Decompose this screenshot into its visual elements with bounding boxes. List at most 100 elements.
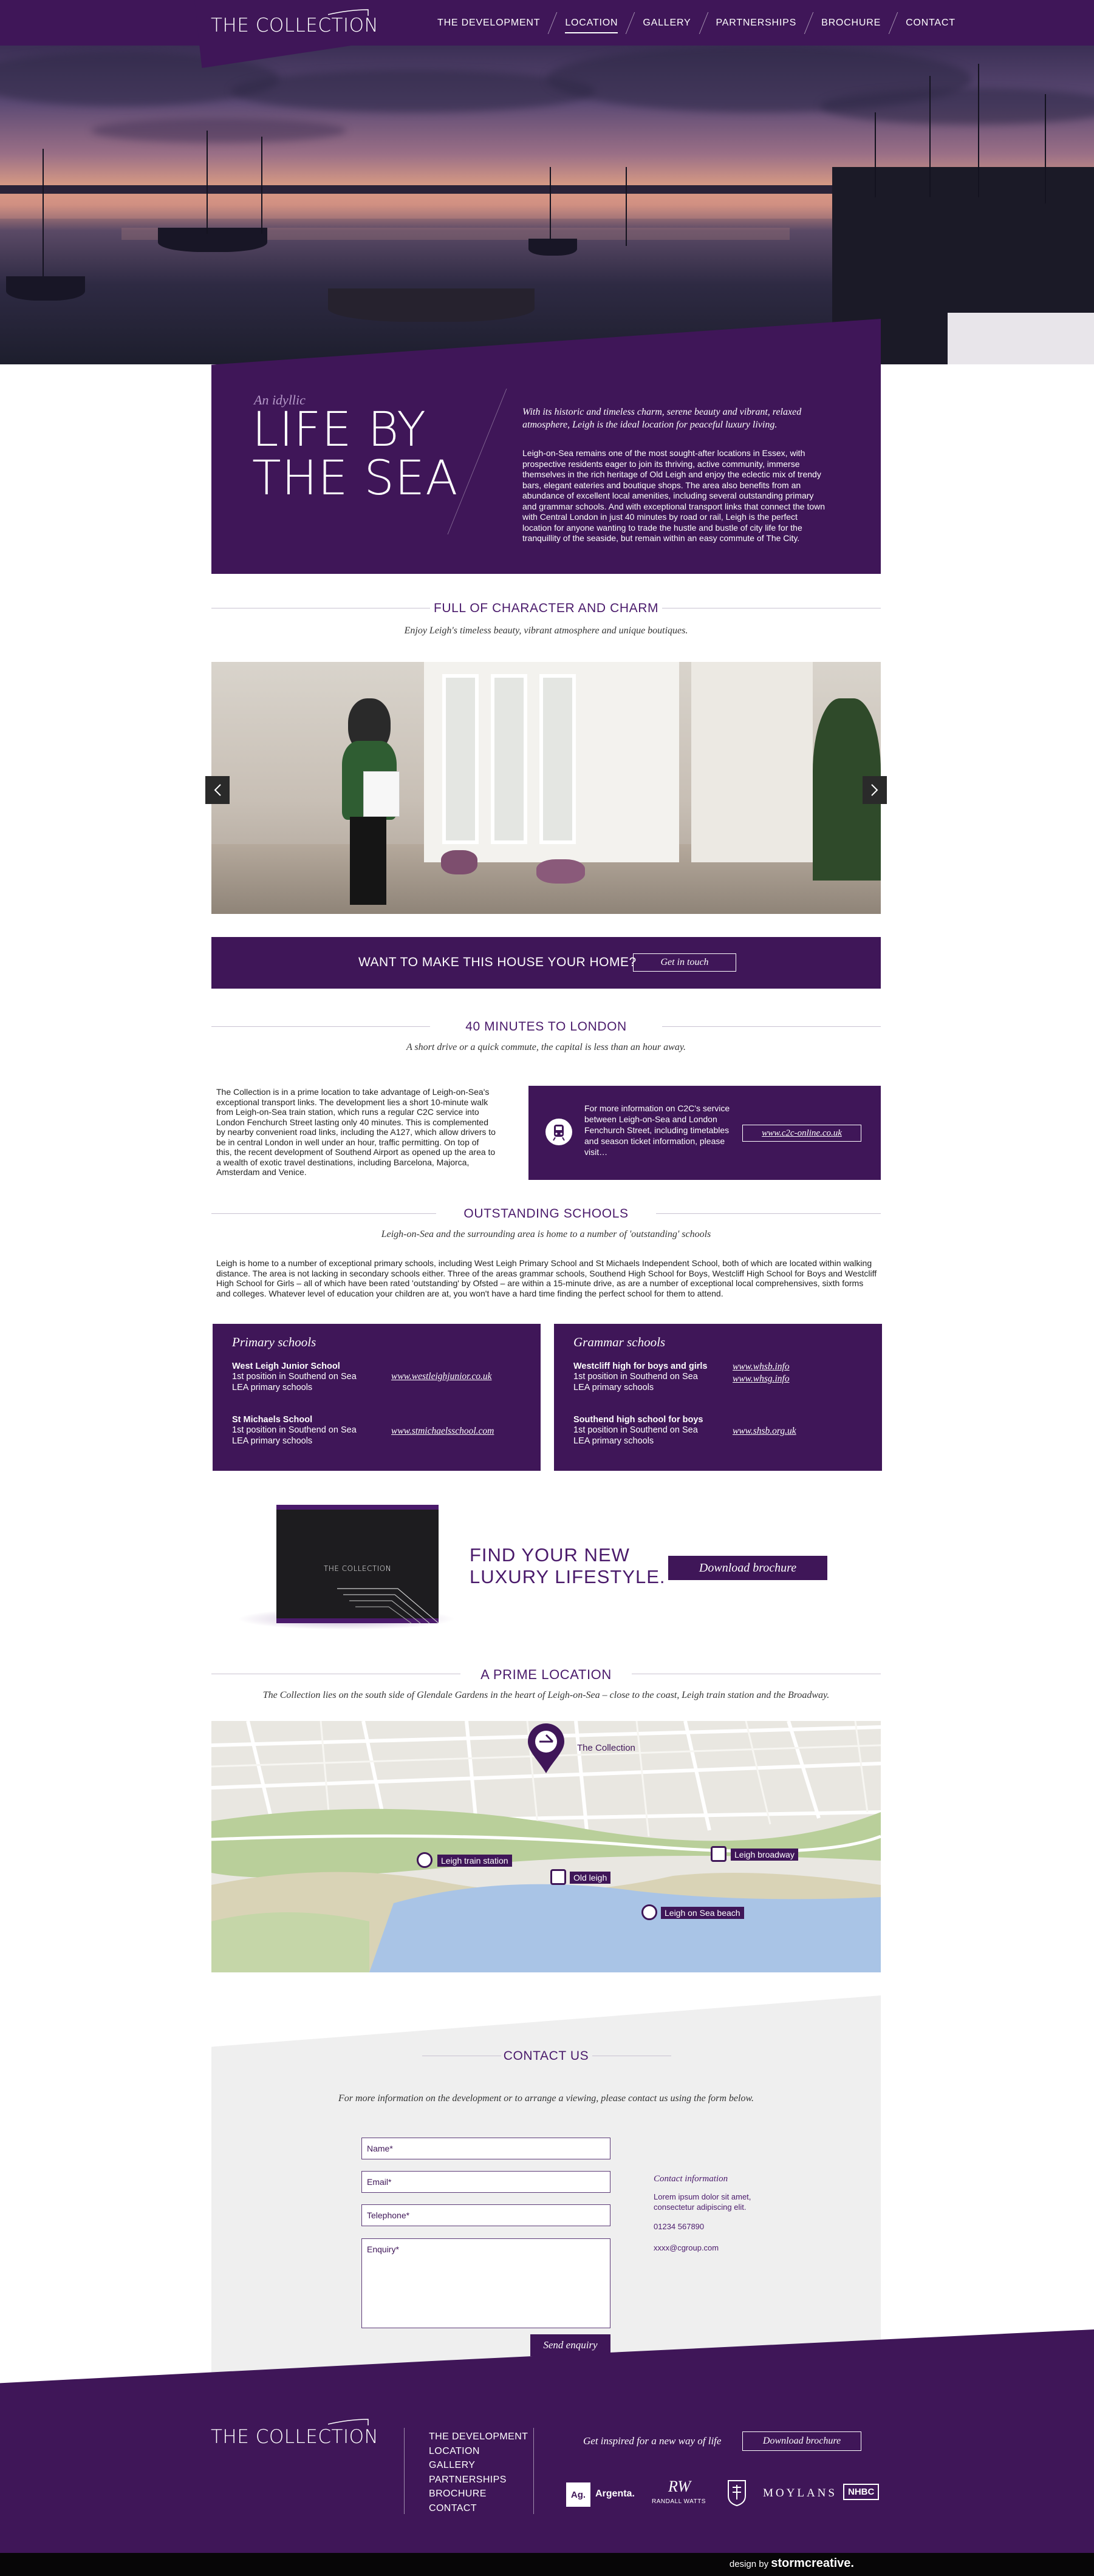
school-category: LEA primary schools [232, 1383, 313, 1392]
footer-logo[interactable]: THE COLLECTION [211, 2426, 378, 2448]
name-field[interactable]: Name* [361, 2138, 610, 2159]
photo-window [539, 674, 576, 844]
credit-brand: stormcreative. [771, 2557, 854, 2570]
shop-pin-icon[interactable] [550, 1869, 566, 1885]
logo-swoosh-icon [328, 9, 369, 16]
randall-watts-logo-mark: RW [668, 2478, 691, 2495]
school-website-link[interactable]: www.stmichaelsschool.com [391, 1426, 494, 1437]
nav-item-brochure[interactable]: BROCHURE [809, 18, 893, 29]
telephone-field[interactable]: Telephone* [361, 2204, 610, 2226]
footer-divider [404, 2428, 405, 2514]
randall-watts-logo-text: RANDALL WATTS [652, 2498, 706, 2505]
site-logo[interactable]: THE COLLECTION [211, 15, 378, 36]
footer-download-brochure-button[interactable]: Download brochure [742, 2431, 861, 2451]
footer-nav-development[interactable]: THE DEVELOPMENT [429, 2430, 528, 2444]
contact-address: Lorem ipsum dolor sit amet, consectetur … [654, 2192, 751, 2212]
send-enquiry-button[interactable]: Send enquiry [530, 2334, 610, 2356]
carousel-next-button[interactable] [863, 776, 887, 804]
contact-phone[interactable]: 01234 567890 [654, 2222, 787, 2231]
map-label-old-leigh: Old leigh [570, 1872, 611, 1884]
c2c-website-link[interactable]: www.c2c-online.co.uk [742, 1125, 861, 1142]
carousel-image [211, 662, 881, 914]
nav-item-partnerships[interactable]: PARTNERSHIPS [704, 18, 809, 29]
design-credit[interactable]: design by stormcreative. [730, 2557, 854, 2571]
prime-heading: A PRIME LOCATION [480, 1667, 612, 1682]
telephone-field-label: Telephone* [367, 2210, 410, 2220]
nav-item-location[interactable]: LOCATION [553, 18, 630, 33]
brochure-heading-line2: LUXURY LIFESTYLE. [470, 1566, 666, 1587]
primary-schools-title: Primary schools [232, 1335, 316, 1349]
nhbc-logo: NHBC [843, 2484, 880, 2500]
school-category: LEA primary schools [573, 1436, 654, 1446]
download-brochure-button[interactable]: Download brochure [668, 1556, 827, 1580]
brochure-image[interactable]: THE COLLECTION [276, 1505, 439, 1623]
prime-subheading: The Collection lies on the south side of… [262, 1690, 830, 1700]
footer-nav-gallery[interactable]: GALLERY [429, 2458, 528, 2473]
shopping-pin-icon[interactable] [711, 1846, 726, 1862]
chevron-right-icon [871, 784, 878, 796]
contact-information: Contact information Lorem ipsum dolor si… [654, 2174, 787, 2252]
school-website-link[interactable]: www.westleighjunior.co.uk [391, 1371, 491, 1382]
map-label-collection: The Collection [577, 1743, 635, 1753]
contact-email[interactable]: xxxx@cgroup.com [654, 2243, 787, 2252]
footer-nav-location[interactable]: LOCATION [429, 2444, 528, 2459]
brochure-book-logo: THE COLLECTION [324, 1564, 392, 1573]
school-ranking: 1st position in Southend on Sea [573, 1425, 698, 1435]
school-entry: Westcliff high for boys and girls 1st po… [573, 1361, 707, 1393]
enquiry-textarea[interactable]: Enquiry* [361, 2238, 610, 2328]
intro-body: Leigh-on-Sea remains one of the most sou… [522, 448, 826, 543]
schools-subheading: Leigh-on-Sea and the surrounding area is… [381, 1229, 711, 1239]
photo-window [442, 674, 479, 844]
footer-divider [533, 2428, 534, 2514]
map-label-broadway: Leigh broadway [731, 1849, 798, 1861]
character-heading: FULL OF CHARACTER AND CHARM [433, 601, 659, 615]
photo-window [491, 674, 527, 844]
main-nav: THE DEVELOPMENT LOCATION GALLERY PARTNER… [425, 0, 968, 46]
footer-nav-brochure[interactable]: BROCHURE [429, 2487, 528, 2501]
footer-nav-contact[interactable]: CONTACT [429, 2501, 528, 2516]
school-name: Westcliff high for boys and girls [573, 1361, 708, 1371]
c2c-text: For more information on C2C's service be… [584, 1103, 730, 1157]
name-field-label: Name* [367, 2144, 393, 2153]
london-subheading: A short drive or a quick commute, the ca… [406, 1042, 686, 1052]
school-entry: Southend high school for boys 1st positi… [573, 1415, 703, 1446]
school-category: LEA primary schools [573, 1383, 654, 1392]
footer-tagline: Get inspired for a new way of life [583, 2435, 722, 2447]
school-website-link[interactable]: www.whsb.info [733, 1361, 790, 1372]
london-body: The Collection is in a prime location to… [216, 1087, 496, 1177]
intro-title-line2: THE SEA [252, 451, 459, 506]
footer-nav-partnerships[interactable]: PARTNERSHIPS [429, 2473, 528, 2487]
train-pin-icon[interactable] [417, 1852, 432, 1868]
location-map[interactable]: The Collection Leigh train station Old l… [211, 1721, 881, 1972]
contact-heading: CONTACT US [503, 2049, 589, 2063]
hero-harbour-image [0, 46, 1094, 364]
footer-logo-swoosh-icon [328, 2419, 369, 2425]
grammar-schools-card: Grammar schools Westcliff high for boys … [554, 1324, 882, 1471]
school-name: West Leigh Junior School [232, 1361, 340, 1371]
school-website-link[interactable]: www.whsg.info [733, 1374, 790, 1385]
carousel-prev-button[interactable] [205, 776, 230, 804]
footer-nav: THE DEVELOPMENT LOCATION GALLERY PARTNER… [429, 2430, 528, 2515]
schools-body: Leigh is home to a number of exceptional… [216, 1258, 877, 1298]
school-ranking: 1st position in Southend on Sea [232, 1372, 357, 1382]
nav-item-contact[interactable]: CONTACT [894, 18, 968, 29]
photo-doorway [691, 662, 813, 862]
enquiry-field-label: Enquiry* [367, 2244, 399, 2254]
school-category: LEA primary schools [232, 1436, 313, 1446]
nav-item-development[interactable]: THE DEVELOPMENT [425, 18, 552, 29]
moylans-logo: MOYLANS [763, 2487, 837, 2499]
beach-umbrella-pin-icon[interactable] [641, 1904, 657, 1920]
map-label-beach: Leigh on Sea beach [661, 1907, 744, 1919]
map-pin-icon[interactable] [526, 1722, 566, 1774]
email-field[interactable]: Email* [361, 2171, 610, 2193]
school-website-link[interactable]: www.shsb.org.uk [733, 1426, 796, 1437]
brochure-lines-graphic [337, 1588, 439, 1623]
photo-shopping-bag [363, 771, 400, 817]
argenta-logo-text: Argenta. [595, 2489, 635, 2499]
photo-woman-legs [350, 817, 386, 905]
get-in-touch-button[interactable]: Get in touch [633, 953, 736, 972]
credit-bar [0, 2553, 1094, 2576]
cta-text: WANT TO MAKE THIS HOUSE YOUR HOME? [358, 955, 637, 969]
brochure-heading-line1: FIND YOUR NEW [470, 1544, 630, 1566]
nav-item-gallery[interactable]: GALLERY [631, 18, 703, 29]
